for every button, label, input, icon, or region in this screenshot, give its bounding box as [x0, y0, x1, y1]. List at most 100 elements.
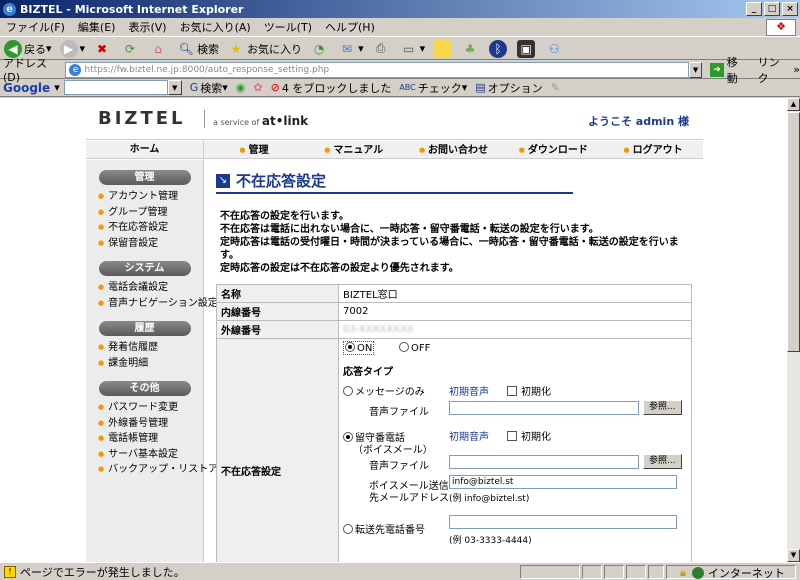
radio-on-icon	[345, 342, 355, 352]
menu-edit[interactable]: 編集(E)	[78, 19, 116, 35]
highlight-button[interactable]: ✎	[551, 81, 560, 94]
tools-button[interactable]: ⚇	[545, 40, 565, 58]
description-line: 定時応答は電話の受付曜日・時間が決まっている場合に、一時応答・留守番電話・転送の…	[220, 237, 679, 261]
bluetooth-icon: ᛒ	[489, 39, 508, 58]
sidebar-item-phonebook[interactable]: 電話帳管理	[86, 431, 203, 447]
mail-icon: ✉	[342, 41, 353, 56]
outer-value-blurred: 03-XXXXXXXX	[343, 324, 414, 335]
google-search-button[interactable]: G 検索 ▾	[190, 80, 228, 96]
initial-voice-link-2[interactable]: 初期音声	[449, 428, 489, 443]
sidebar-item-group[interactable]: グループ管理	[86, 205, 203, 221]
initialize-checkbox-2[interactable]: 初期化	[507, 428, 551, 443]
refresh-button[interactable]: ⟳	[121, 40, 141, 58]
stop-icon: ✖	[97, 41, 108, 56]
browser-toolbar: ◀ 戻る ▾ ▶ ▾ ✖ ⟳ ⌂ 🔍︎ 検索 ★ お気に入り ◔ ✉ ▾ ⎙ ▭ ▾ …	[0, 38, 800, 60]
scroll-down-button[interactable]: ▼	[787, 549, 800, 562]
minimize-button[interactable]: _	[746, 2, 762, 16]
google-search-input[interactable]	[63, 80, 168, 95]
sidebar-item-account[interactable]: アカウント管理	[86, 189, 203, 205]
voice-file-input[interactable]	[449, 401, 639, 415]
discuss-button[interactable]	[433, 39, 453, 58]
google-news[interactable]: ✿	[253, 81, 262, 94]
google-pagerank[interactable]: ◉	[236, 81, 246, 94]
nav-logout[interactable]: ログアウト	[603, 141, 703, 158]
vertical-scrollbar[interactable]: ▲ ▼	[787, 98, 800, 562]
biztel-logo[interactable]: BIZTEL	[98, 108, 186, 129]
messenger-button[interactable]: ▣	[517, 39, 537, 58]
sidebar-item-server[interactable]: サーバ基本設定	[86, 447, 203, 463]
maximize-button[interactable]: □	[764, 2, 780, 16]
sidebar-item-outer-numbers[interactable]: 外線番号管理	[86, 416, 203, 432]
table-row: 内線番号 7002	[216, 302, 692, 321]
close-button[interactable]: ×	[782, 2, 798, 16]
voice-file-input-2[interactable]	[449, 455, 639, 469]
biztel-site: BIZTEL a service of at•link ようこそ admin 様…	[86, 98, 703, 562]
forward-number-input[interactable]	[449, 515, 677, 529]
voicemail-sublabel: （ボイスメール）	[353, 445, 433, 456]
printer-icon: ⎙	[375, 41, 386, 55]
description-line: 不在応答の設定を行います。	[220, 211, 349, 222]
radio-selected-icon	[343, 432, 353, 442]
initialize-checkbox[interactable]: 初期化	[507, 383, 551, 398]
mail-button[interactable]: ✉ ▾	[338, 40, 364, 58]
spellcheck-button[interactable]: ABC チェック ▾	[399, 80, 467, 96]
sidebar-item-billing[interactable]: 課金明細	[86, 356, 203, 372]
nav-home[interactable]: ホーム	[86, 141, 204, 158]
browse-button[interactable]: 参照...	[643, 400, 682, 415]
google-search-dropdown[interactable]: ▼	[167, 80, 182, 95]
nav-contact[interactable]: お問い合わせ	[404, 141, 504, 158]
print-button[interactable]: ⎙	[372, 40, 392, 58]
scroll-thumb[interactable]	[787, 112, 800, 352]
edit-button[interactable]: ▭ ▾	[400, 40, 425, 58]
nav-manual[interactable]: マニュアル	[304, 141, 404, 158]
message-only-radio[interactable]: メッセージのみ	[343, 383, 425, 398]
forward-radio[interactable]: 転送先電話番号	[343, 521, 425, 536]
menu-favorites[interactable]: お気に入り(A)	[180, 19, 251, 35]
options-button[interactable]: ▤ オプション	[475, 80, 542, 96]
sidebar-item-backup[interactable]: バックアップ・リストア	[86, 462, 218, 478]
favorites-button[interactable]: ★ お気に入り	[227, 40, 302, 58]
options-icon: ▤	[475, 81, 486, 94]
on-radio[interactable]: ON	[343, 341, 375, 355]
forward-button[interactable]: ▶ ▾	[59, 39, 85, 58]
bluetooth-button[interactable]: ᛒ	[489, 39, 509, 58]
address-dropdown-button[interactable]: ▼	[688, 61, 703, 78]
nav-admin[interactable]: 管理	[204, 141, 304, 158]
home-button[interactable]: ⌂	[149, 40, 169, 58]
star-icon: ★	[230, 41, 242, 56]
error-warning-icon[interactable]: !	[4, 565, 16, 578]
sidebar-item-absence[interactable]: 不在応答設定	[86, 220, 203, 236]
research-icon: ♣	[464, 41, 476, 56]
note-icon	[433, 39, 452, 58]
off-radio[interactable]: OFF	[399, 342, 430, 354]
initial-voice-link[interactable]: 初期音声	[449, 383, 489, 398]
status-bar: ! ページでエラーが発生しました。 🔒︎ インターネット	[0, 562, 800, 580]
menu-tools[interactable]: ツール(T)	[264, 19, 312, 35]
google-dropdown-icon[interactable]: ▾	[54, 81, 60, 94]
sidebar-item-call-history[interactable]: 発着信履歴	[86, 340, 203, 356]
stop-button[interactable]: ✖	[93, 40, 113, 58]
address-input[interactable]: https://fw.biztel.ne.jp:8000/auto_respon…	[65, 61, 689, 78]
sidebar-item-password[interactable]: パスワード変更	[86, 400, 203, 416]
vm-email-label-2: 先メールアドレス	[369, 493, 449, 504]
status-pane	[582, 565, 602, 579]
history-button[interactable]: ◔	[310, 40, 330, 58]
lock-icon[interactable]: 🔒︎	[680, 566, 686, 580]
scroll-up-button[interactable]: ▲	[787, 98, 800, 111]
menu-help[interactable]: ヘルプ(H)	[325, 19, 375, 35]
vm-email-input[interactable]: info@biztel.st	[449, 475, 677, 489]
logo-divider	[204, 110, 205, 128]
search-button[interactable]: 🔍︎ 検索	[177, 40, 219, 58]
sidebar-item-conference[interactable]: 電話会議設定	[86, 280, 203, 296]
menu-view[interactable]: 表示(V)	[128, 19, 166, 35]
status-pane	[604, 565, 624, 579]
links-chevron-icon[interactable]: »	[793, 63, 800, 76]
nav-download[interactable]: ダウンロード	[503, 141, 603, 158]
popup-blocked-button[interactable]: ⊘ 4 をブロックしました	[271, 80, 392, 96]
research-button[interactable]: ♣	[461, 40, 481, 58]
menu-file[interactable]: ファイル(F)	[6, 19, 65, 35]
browse-button-2[interactable]: 参照...	[643, 454, 682, 469]
google-logo[interactable]: Google	[3, 81, 50, 95]
sidebar-item-hold-music[interactable]: 保留音設定	[86, 236, 203, 252]
sidebar-item-voice-nav[interactable]: 音声ナビゲーション設定	[86, 296, 218, 312]
